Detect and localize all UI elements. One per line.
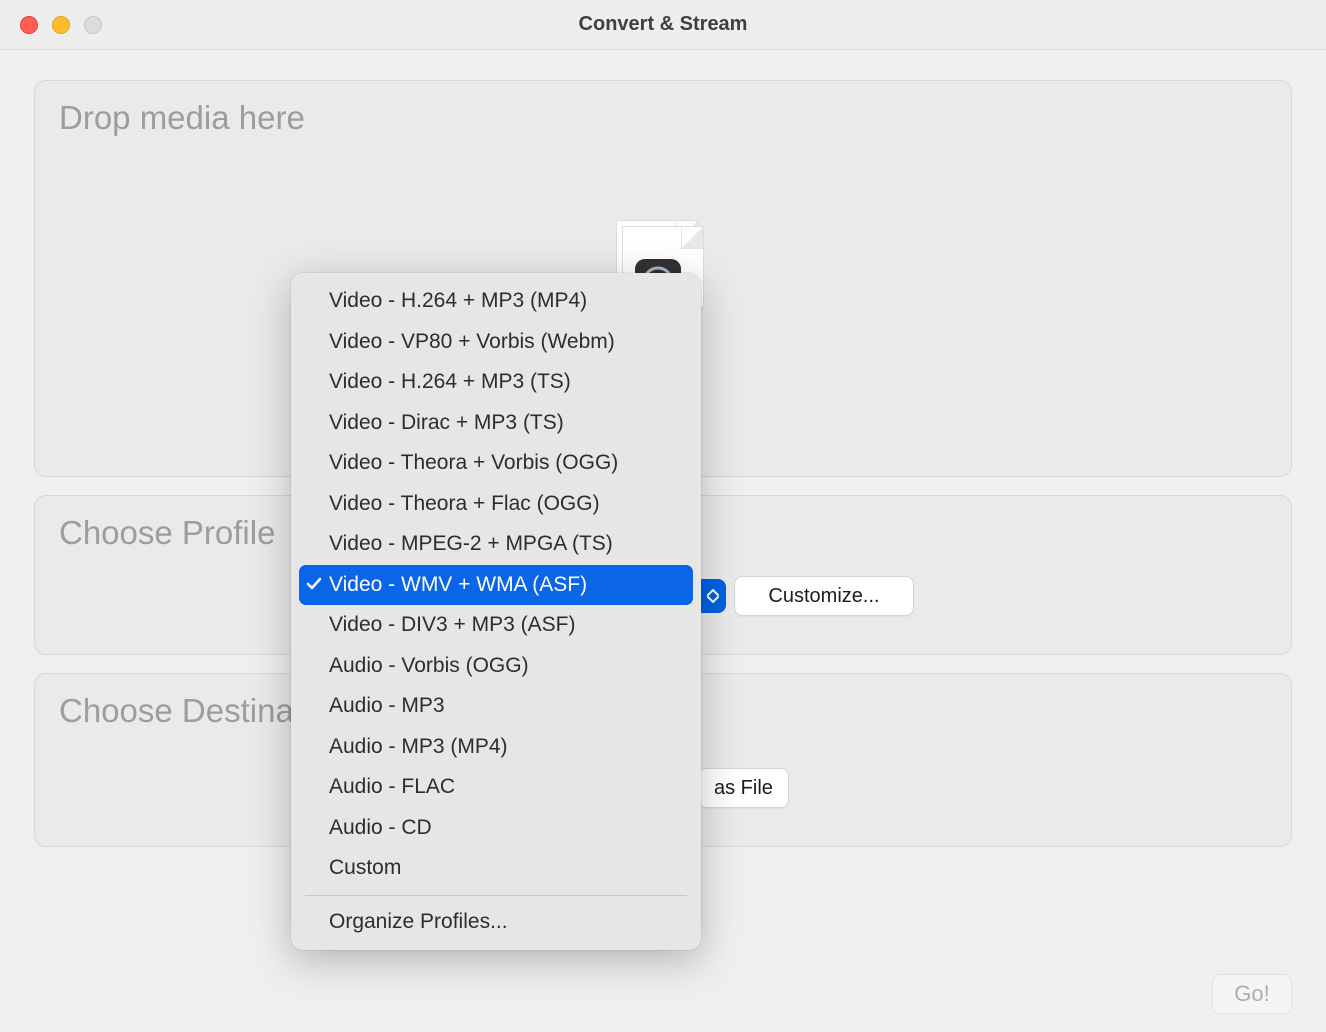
dropdown-item-label: Video - Theora + Flac (OGG) [329, 492, 600, 516]
dropdown-item-label: Video - Dirac + MP3 (TS) [329, 411, 564, 435]
dropdown-item-label: Custom [329, 856, 401, 880]
dropdown-item[interactable]: Video - VP80 + Vorbis (Webm) [299, 322, 693, 363]
dropdown-item-label: Audio - MP3 (MP4) [329, 735, 508, 759]
dropdown-item-label: Video - VP80 + Vorbis (Webm) [329, 330, 615, 354]
dropdown-item[interactable]: Video - DIV3 + MP3 (ASF) [299, 605, 693, 646]
dropdown-item-label: Video - H.264 + MP3 (MP4) [329, 289, 587, 313]
save-as-file-button[interactable]: as File [698, 768, 789, 808]
dropdown-item[interactable]: Audio - FLAC [299, 767, 693, 808]
titlebar: Convert & Stream [0, 0, 1326, 50]
customize-button[interactable]: Customize... [734, 576, 914, 616]
dropdown-item[interactable]: Video - H.264 + MP3 (TS) [299, 362, 693, 403]
go-button-label: Go! [1234, 981, 1269, 1007]
dropdown-item-label: Audio - CD [329, 816, 432, 840]
traffic-lights [0, 16, 102, 34]
dropdown-item-label: Audio - MP3 [329, 694, 445, 718]
maximize-window-button [84, 16, 102, 34]
dropdown-item-label: Video - Theora + Vorbis (OGG) [329, 451, 618, 475]
dropdown-item[interactable]: Audio - CD [299, 808, 693, 849]
drop-media-title: Drop media here [59, 99, 1267, 137]
dropdown-item[interactable]: Audio - MP3 (MP4) [299, 727, 693, 768]
checkmark-icon [305, 575, 325, 595]
dropdown-item[interactable]: Video - Theora + Vorbis (OGG) [299, 443, 693, 484]
profile-select-chevron-icon[interactable] [700, 579, 726, 613]
profile-dropdown-menu[interactable]: Video - H.264 + MP3 (MP4) Video - VP80 + … [291, 273, 701, 950]
customize-button-label: Customize... [768, 585, 879, 608]
dropdown-item-label: Audio - FLAC [329, 775, 455, 799]
window-title: Convert & Stream [579, 13, 748, 36]
dropdown-item-organize[interactable]: Organize Profiles... [299, 902, 693, 943]
go-button: Go! [1212, 974, 1292, 1014]
dropdown-item[interactable]: Video - Theora + Flac (OGG) [299, 484, 693, 525]
dropdown-item-label: Video - DIV3 + MP3 (ASF) [329, 613, 575, 637]
save-as-file-label: as File [714, 777, 773, 800]
dropdown-item-label: Video - WMV + WMA (ASF) [329, 573, 587, 597]
dropdown-item-label: Audio - Vorbis (OGG) [329, 654, 529, 678]
dropdown-item[interactable]: Custom [299, 848, 693, 889]
dropdown-item-label: Video - MPEG-2 + MPGA (TS) [329, 532, 613, 556]
dropdown-item-label: Video - H.264 + MP3 (TS) [329, 370, 571, 394]
dropdown-item[interactable]: Video - Dirac + MP3 (TS) [299, 403, 693, 444]
minimize-window-button[interactable] [52, 16, 70, 34]
dropdown-item-label: Organize Profiles... [329, 910, 508, 934]
dropdown-item[interactable]: Audio - MP3 [299, 686, 693, 727]
dropdown-item[interactable]: Video - WMV + WMA (ASF) [299, 565, 693, 606]
close-window-button[interactable] [20, 16, 38, 34]
dropdown-item[interactable]: Video - H.264 + MP3 (MP4) [299, 281, 693, 322]
dropdown-separator [305, 895, 687, 896]
dropdown-item[interactable]: Audio - Vorbis (OGG) [299, 646, 693, 687]
dropdown-item[interactable]: Video - MPEG-2 + MPGA (TS) [299, 524, 693, 565]
